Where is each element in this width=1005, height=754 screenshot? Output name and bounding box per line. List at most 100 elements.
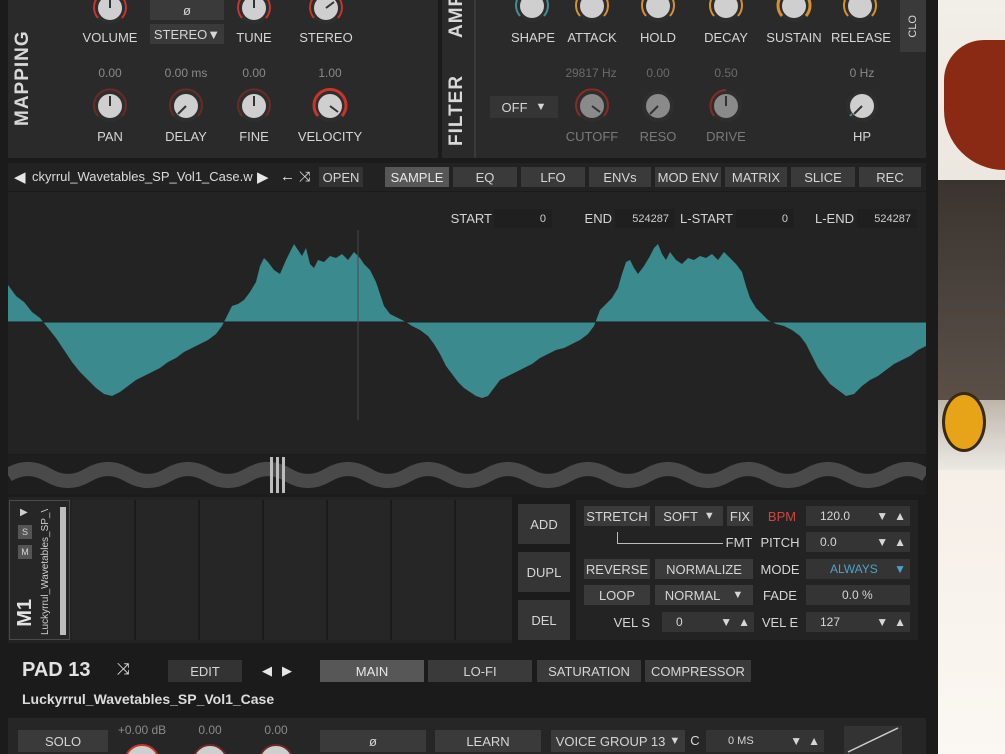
pitch-value: 0.0 [820,535,837,549]
start-label: START [450,211,492,226]
start-field[interactable]: 0 [494,209,552,228]
delete-slot-button[interactable]: DEL [518,600,570,640]
chevron-down-icon[interactable]: ▼ [876,509,888,523]
slot-solo-toggle[interactable]: S [18,525,32,539]
normalize-button[interactable]: NORMALIZE [655,559,753,579]
fade-label: FADE [763,588,797,603]
drive-knob[interactable] [708,88,744,124]
tab-slice[interactable]: SLICE [791,167,855,187]
pan-knob[interactable] [92,88,128,124]
learn-button[interactable]: LEARN [435,730,541,752]
clone-button-label: CLO [907,14,919,38]
waveform-overview[interactable] [8,455,926,495]
decay-knob[interactable] [708,0,744,24]
tab-compressor[interactable]: COMPRESSOR [645,660,751,682]
chevron-down-icon[interactable]: ▼ [720,615,732,629]
pan-value: 0.00 [98,66,122,80]
velocity-knob[interactable] [312,88,348,124]
sample-filename[interactable]: ckyrrul_Wavetables_SP_Vol1_Case.w [32,169,254,184]
tune-knob[interactable] [236,0,272,26]
vel-start-field[interactable]: 0 ▼ ▲ [662,612,754,632]
play-icon[interactable]: ▶ [20,507,28,518]
chevron-up-icon[interactable]: ▲ [894,509,906,523]
stereo-width-knob[interactable] [308,0,344,26]
hold-knob[interactable] [640,0,676,24]
volume-knob[interactable] [92,0,128,26]
value-1: 0.00 [198,723,222,737]
next-sample-icon[interactable]: ▶ [257,168,269,186]
loop-button[interactable]: LOOP [584,585,650,605]
fine-label: FINE [239,129,269,144]
decay-label: DECAY [704,30,748,45]
vel-end-field[interactable]: 127 ▼ ▲ [806,612,910,632]
layer-slot-m1[interactable]: ▶ S M M1 Luckyrrul_Wavetables_SP_Vol1_Ca… [9,500,70,640]
fade-field[interactable]: 0.0 % [806,585,910,605]
tab-envs[interactable]: ENVs [589,167,651,187]
sustain-knob[interactable] [776,0,812,24]
fix-button[interactable]: FIX [727,506,753,526]
slot-grid [72,500,512,640]
chevron-up-icon[interactable]: ▲ [738,615,750,629]
drive-label: DRIVE [706,129,746,144]
curve-display[interactable] [844,726,902,754]
pitch-field[interactable]: 0.0 ▼ ▲ [806,532,910,552]
attack-knob[interactable] [574,0,610,24]
reso-knob[interactable] [640,88,676,124]
chevron-down-icon: ▼ [894,562,906,576]
clone-button[interactable]: CLO [900,0,926,52]
lstart-field[interactable]: 0 [736,209,794,228]
phase-button[interactable]: ø [320,730,426,752]
release-knob[interactable] [842,0,878,24]
shape-knob[interactable] [514,0,550,24]
shuffle-icon[interactable]: ⤨ [299,168,310,185]
filter-mode-dropdown[interactable]: OFF ▼ [490,96,558,118]
mode-label: MODE [760,562,800,577]
stretch-button[interactable]: STRETCH [584,506,650,526]
tab-matrix[interactable]: MATRIX [725,167,787,187]
lend-label: L-END [814,211,854,226]
lend-field[interactable]: 524287 [857,209,917,228]
duplicate-slot-button[interactable]: DUPL [518,552,570,592]
add-slot-button[interactable]: ADD [518,504,570,544]
chevron-down-icon[interactable]: ▼ [876,615,888,629]
delay-knob[interactable] [168,88,204,124]
slot-mute-toggle[interactable]: M [18,545,32,559]
tab-saturation[interactable]: SATURATION [537,660,641,682]
open-button[interactable]: OPEN [319,167,363,187]
solo-button[interactable]: SOLO [18,730,108,752]
chevron-down-icon[interactable]: ▼ [876,535,888,549]
hp-knob[interactable] [844,88,880,124]
prev-sample-icon[interactable]: ◀ [14,168,26,186]
end-field[interactable]: 524287 [615,209,675,228]
tab-main[interactable]: MAIN [320,660,424,682]
bpm-field[interactable]: 120.0 ▼ ▲ [806,506,910,526]
mode-dropdown[interactable]: ALWAYS ▼ [806,559,910,579]
reverse-button[interactable]: REVERSE [584,559,650,579]
stretch-mode-dropdown[interactable]: SOFT ▼ [655,506,723,526]
tab-eq[interactable]: EQ [453,167,517,187]
chevron-up-icon[interactable]: ▲ [808,734,820,748]
chevron-up-icon[interactable]: ▲ [894,535,906,549]
loop-mode-dropdown[interactable]: NORMAL ▼ [655,585,753,605]
phase-invert-button[interactable]: ø [150,0,224,20]
stereo-mode-dropdown[interactable]: STEREO▼ [150,24,224,44]
tab-rec[interactable]: REC [859,167,921,187]
fine-knob[interactable] [236,88,272,124]
chevron-down-icon[interactable]: ▼ [790,734,802,748]
waveform-shape [8,244,926,398]
prev-pad-icon[interactable]: ◀ [262,663,272,679]
fmt-label[interactable]: FMT [724,535,754,550]
tab-sample[interactable]: SAMPLE [385,167,449,187]
ms-field[interactable]: 0 MS ▼ ▲ [706,730,824,752]
chevron-up-icon[interactable]: ▲ [894,615,906,629]
tab-lfo[interactable]: LFO [521,167,585,187]
voice-group-value: VOICE GROUP 13 [555,733,666,749]
next-pad-icon[interactable]: ▶ [282,663,292,679]
edit-button[interactable]: EDIT [168,660,242,682]
voice-group-dropdown[interactable]: VOICE GROUP 13 ▼ [551,730,685,752]
random-pad-icon[interactable]: ⤨ [117,661,130,679]
tab-mod-env[interactable]: MOD ENV [655,167,721,187]
tab-lofi[interactable]: LO-FI [428,660,532,682]
back-arrow-icon[interactable]: ← [280,168,295,185]
cutoff-knob[interactable] [574,88,610,124]
